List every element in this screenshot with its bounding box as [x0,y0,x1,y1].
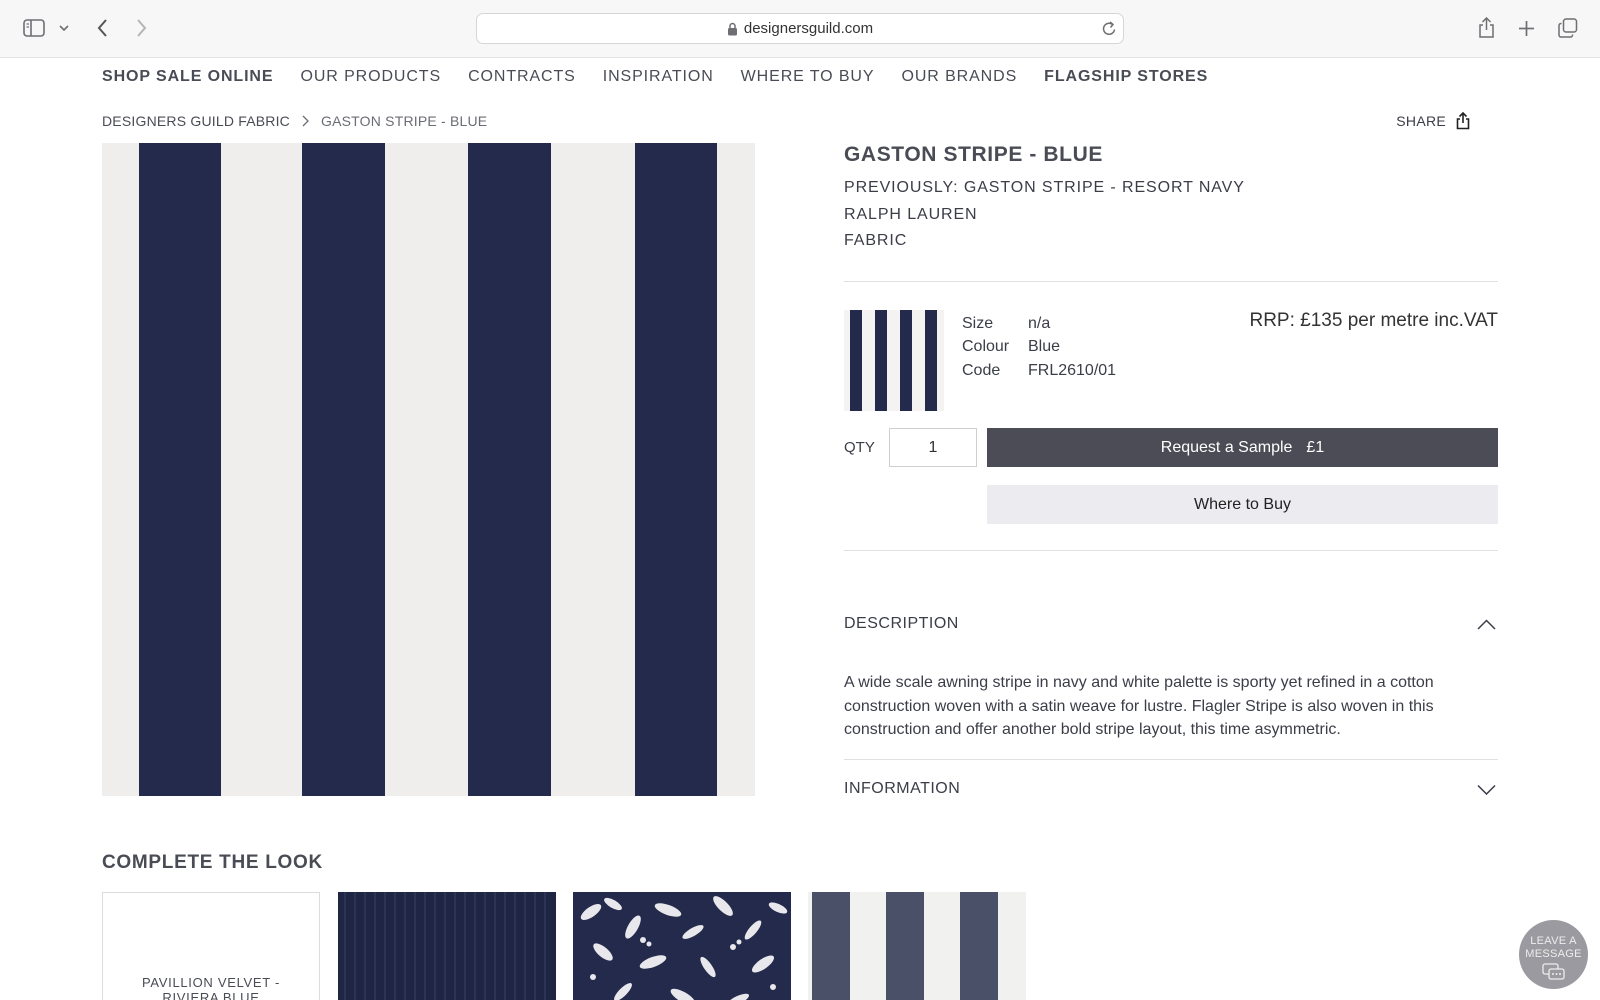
nav-inspiration[interactable]: INSPIRATION [603,68,714,90]
chat-line2: MESSAGE [1525,948,1582,960]
divider [844,281,1498,282]
product-info: GASTON STRIPE - BLUE PREVIOUSLY: GASTON … [844,143,1498,255]
stripe [302,143,385,796]
stripe [468,143,551,796]
share-icon [1456,112,1470,130]
spec-code: Code FRL2610/01 [962,359,1116,383]
quantity-row: QTY Request a Sample £1 [844,428,1498,468]
lock-icon [727,22,738,36]
nav-contracts[interactable]: CONTRACTS [468,68,576,90]
nav-shop-sale-online[interactable]: SHOP SALE ONLINE [102,68,273,90]
sample-price: £1 [1306,438,1325,456]
breadcrumb: DESIGNERS GUILD FABRIC GASTON STRIPE - B… [102,113,487,129]
look-card-pinstripe[interactable] [338,892,556,1000]
spec-value: FRL2610/01 [1028,361,1117,379]
breadcrumb-current: GASTON STRIPE - BLUE [321,113,488,129]
spec-label: Code [962,361,1001,379]
reload-icon[interactable] [1101,20,1117,41]
divider [844,550,1498,551]
complete-the-look-title: COMPLETE THE LOOK [102,852,323,873]
spec-value: Blue [1028,338,1061,356]
look-card-floral[interactable] [573,892,791,1000]
back-icon[interactable] [92,17,112,39]
main-navigation: SHOP SALE ONLINE OUR PRODUCTS CONTRACTS … [102,68,1235,90]
information-accordion-header[interactable]: INFORMATION [844,777,1498,801]
product-image[interactable] [102,143,755,796]
chevron-right-icon [302,115,309,127]
look-card-pavillion-velvet[interactable]: PAVILLION VELVET - RIVIERA BLUE [102,892,320,1000]
spec-size: Size n/a [962,312,1116,336]
look-card-label-line2: RIVIERA BLUE [162,990,260,1000]
look-card-label: PAVILLION VELVET - RIVIERA BLUE [103,975,319,1000]
quantity-input[interactable] [889,428,977,467]
new-tab-icon[interactable] [1516,18,1536,38]
url-text: designersguild.com [743,20,874,37]
look-card-awning-stripe[interactable] [808,892,1026,1000]
tabs-overview-icon[interactable] [1557,17,1579,39]
spec-label: Colour [962,338,1010,356]
browser-toolbar: designersguild.com [0,0,1600,58]
product-swatch[interactable] [844,310,944,411]
chevron-up-icon [1477,618,1496,630]
chevron-down-icon[interactable] [57,22,71,34]
nav-where-to-buy[interactable]: WHERE TO BUY [741,68,875,90]
address-bar[interactable]: designersguild.com [476,13,1124,44]
divider [844,759,1498,760]
stripe [635,143,717,796]
product-price: RRP: £135 per metre inc.VAT [1249,310,1498,331]
qty-label: QTY [844,439,875,456]
product-brand[interactable]: RALPH LAUREN [844,202,1498,229]
spec-value: n/a [1028,314,1051,332]
chat-line1: LEAVE A [1530,935,1577,947]
stripe [139,143,221,796]
nav-our-brands[interactable]: OUR BRANDS [901,68,1017,90]
share-button[interactable]: SHARE [1396,112,1470,130]
chat-icon [1541,963,1566,985]
product-category: FABRIC [844,232,908,249]
spec-label: Size [962,314,994,332]
variant-details: Size n/a Colour Blue Code FRL2610/01 RRP… [844,308,1498,412]
chevron-down-icon [1477,784,1496,795]
request-sample-button[interactable]: Request a Sample £1 [987,428,1498,467]
product-previous-name: PREVIOUSLY: GASTON STRIPE - RESORT NAVY [844,179,1245,196]
share-label: SHARE [1396,113,1446,129]
description-label: DESCRIPTION [844,615,959,632]
sidebar-icon[interactable] [22,18,46,38]
request-sample-label: Request a Sample [1160,438,1293,456]
product-title: GASTON STRIPE - BLUE [844,143,1103,166]
leave-message-button[interactable]: LEAVE A MESSAGE [1519,920,1588,989]
look-card-label-line1: PAVILLION VELVET - [141,975,281,990]
spec-colour: Colour Blue [962,336,1116,360]
description-text: A wide scale awning stripe in navy and w… [844,674,1434,738]
forward-icon[interactable] [131,17,151,39]
product-specs: Size n/a Colour Blue Code FRL2610/01 [962,312,1116,383]
information-label: INFORMATION [844,780,961,797]
share-icon[interactable] [1476,15,1496,41]
where-to-buy-button[interactable]: Where to Buy [987,485,1498,524]
breadcrumb-parent[interactable]: DESIGNERS GUILD FABRIC [102,113,290,129]
description-accordion-header[interactable]: DESCRIPTION [844,612,1498,636]
nav-our-products[interactable]: OUR PRODUCTS [300,68,441,90]
nav-flagship-stores[interactable]: FLAGSHIP STORES [1044,68,1208,90]
